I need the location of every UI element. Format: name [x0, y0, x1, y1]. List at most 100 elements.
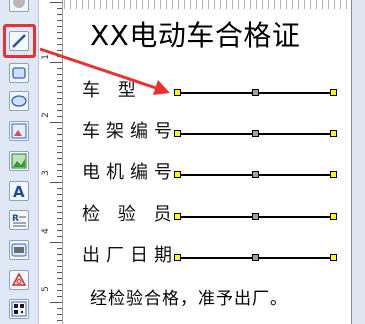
- rich-text-icon: R: [12, 214, 26, 227]
- ruler-tick: [57, 284, 62, 285]
- selected-tool-highlight: [3, 24, 36, 58]
- resize-handle[interactable]: [330, 213, 337, 220]
- picture-icon: [11, 153, 27, 169]
- ruler-tick: [57, 296, 62, 297]
- resize-handle[interactable]: [330, 171, 337, 178]
- field-label-model[interactable]: 车 型: [82, 76, 142, 102]
- ruler-tick: [57, 38, 62, 39]
- ruler-number: 3: [40, 170, 51, 176]
- ruler-tick: [57, 194, 62, 195]
- ruler-tick: [57, 134, 62, 135]
- ruler-tick: [57, 236, 62, 237]
- ruler-tick: [57, 218, 62, 219]
- ruler-tick: [57, 290, 62, 291]
- picture-tool[interactable]: [9, 151, 29, 171]
- ruler-tick: [57, 44, 62, 45]
- resize-handle[interactable]: [330, 130, 337, 137]
- field-label-production-date[interactable]: 出厂日期: [82, 241, 178, 267]
- field-label-frame-number[interactable]: 车架编号: [82, 117, 178, 143]
- ruler-tick: [57, 68, 62, 69]
- shape-tool[interactable]: [9, 270, 29, 290]
- ruler-tick: [57, 26, 62, 27]
- ruler-tick: [57, 200, 62, 201]
- line-object-model[interactable]: [174, 89, 337, 97]
- ruler-tick: [57, 74, 62, 75]
- ruler-tick: [57, 80, 62, 81]
- ellipse-tool[interactable]: [9, 91, 29, 111]
- ruler-tick: [57, 278, 62, 279]
- ruler-tick: [57, 170, 62, 171]
- shape-icon: [11, 272, 27, 286]
- rectangle-tool[interactable]: [9, 63, 29, 83]
- line-object-inspector[interactable]: [174, 213, 337, 221]
- ruler-number: 4: [40, 228, 51, 234]
- line-object-production-date[interactable]: [174, 254, 337, 262]
- line-object-motor-number[interactable]: [174, 171, 337, 179]
- ruler-tick: [57, 152, 62, 153]
- ruler-tick: [50, 122, 62, 123]
- ruler-tick: [57, 314, 62, 315]
- line-object-frame-number[interactable]: [174, 130, 337, 138]
- ruler-tick: [57, 14, 62, 15]
- canvas-border: [351, 0, 365, 324]
- resize-handle[interactable]: [330, 254, 337, 261]
- ruler-tick: [50, 2, 62, 3]
- ruler-tick: [57, 50, 62, 51]
- ellipse-icon: [11, 95, 27, 107]
- resize-handle[interactable]: [330, 89, 337, 96]
- ruler-tick: [57, 164, 62, 165]
- ruler-tick: [57, 110, 62, 111]
- ruler-number: 5: [40, 286, 51, 292]
- svg-text:A: A: [13, 183, 25, 200]
- rich-text-tool[interactable]: R: [9, 210, 29, 230]
- resize-handle[interactable]: [174, 254, 181, 261]
- resize-handle[interactable]: [174, 89, 181, 96]
- rectangle-icon: [12, 67, 26, 79]
- ruler-tick: [50, 302, 62, 303]
- ruler-number: 1: [40, 54, 51, 60]
- ruler-tick: [57, 56, 62, 57]
- ruler-tick: [57, 320, 62, 321]
- resize-handle[interactable]: [252, 213, 259, 220]
- text-tool[interactable]: A: [9, 181, 29, 201]
- tool-palette: A R: [0, 0, 39, 324]
- selector-icon: [13, 0, 25, 8]
- ruler-tick: [57, 128, 62, 129]
- resize-handle[interactable]: [252, 254, 259, 261]
- ruler-tick: [57, 224, 62, 225]
- ruler-tick: [57, 248, 62, 249]
- ruler-tick: [57, 8, 62, 9]
- qrcode-icon: [11, 301, 27, 317]
- ruler-tick: [57, 254, 62, 255]
- barcode-tool[interactable]: [9, 240, 29, 260]
- ruler-tick: [57, 230, 62, 231]
- ruler-tick: [57, 92, 62, 93]
- barcode-icon: [11, 243, 27, 257]
- ruler-tick: [57, 86, 62, 87]
- ruler-tick: [57, 272, 62, 273]
- footer-text[interactable]: 经检验合格，准予出厂。: [90, 284, 288, 309]
- ruler-tick: [57, 104, 62, 105]
- resize-handle[interactable]: [174, 130, 181, 137]
- field-label-motor-number[interactable]: 电机编号: [82, 158, 178, 184]
- ruler-tick: [50, 182, 62, 183]
- resize-handle[interactable]: [252, 130, 259, 137]
- resize-handle[interactable]: [174, 213, 181, 220]
- selector-tool[interactable]: [9, 0, 29, 12]
- field-label-inspector[interactable]: 检 验 员: [82, 200, 177, 226]
- ruler-tick: [57, 212, 62, 213]
- ruler-tick: [57, 158, 62, 159]
- ruler-tick: [57, 146, 62, 147]
- ruler-tick: [57, 20, 62, 21]
- ruler-tick: [57, 32, 62, 33]
- qrcode-tool[interactable]: [9, 299, 29, 319]
- ruler-tick: [57, 206, 62, 207]
- image-tool[interactable]: [9, 121, 29, 141]
- image-icon: [11, 123, 27, 139]
- ruler-tick: [57, 176, 62, 177]
- resize-handle[interactable]: [174, 171, 181, 178]
- resize-handle[interactable]: [252, 89, 259, 96]
- ruler-tick: [57, 308, 62, 309]
- label-title[interactable]: XX电动车合格证: [90, 14, 340, 54]
- resize-handle[interactable]: [252, 171, 259, 178]
